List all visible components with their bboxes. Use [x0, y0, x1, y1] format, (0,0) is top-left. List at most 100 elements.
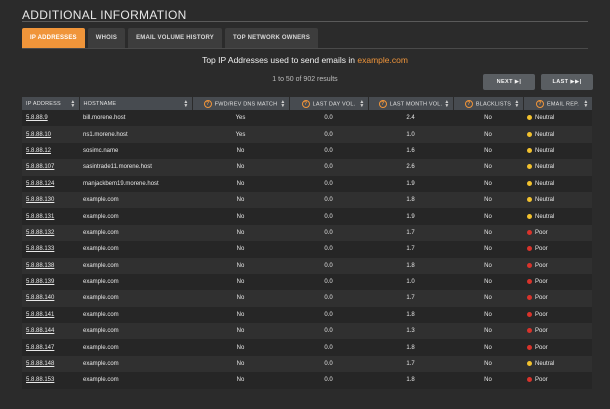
help-icon[interactable]: ?	[378, 99, 387, 108]
help-icon[interactable]: ?	[301, 99, 310, 108]
ip-address-link[interactable]: 5.8.88.12	[22, 142, 79, 160]
sort-icon[interactable]: ▲ ▼	[583, 100, 588, 109]
status-dot-icon	[527, 197, 532, 203]
column-header-ip[interactable]: IP ADDRESS ▲ ▼	[22, 97, 80, 110]
table-row[interactable]: 5.8.88.144 example.com No 0.0 1.3 No Poor	[22, 323, 592, 340]
last-day-vol-cell: 0.0	[289, 290, 368, 307]
status-dot-icon	[527, 311, 532, 317]
column-header-email-rep[interactable]: ? EMAIL REP. ▲ ▼	[523, 97, 593, 110]
ip-address-link[interactable]: 5.8.88.139	[22, 273, 79, 291]
email-rep-label: Neutral	[535, 164, 555, 171]
ip-address-link[interactable]: 5.8.88.124	[22, 175, 79, 192]
hostname-cell: manjackbem19.morene.host	[79, 175, 192, 192]
tab-top-network-owners[interactable]: TOP NETWORK OWNERS	[225, 28, 319, 48]
table-row[interactable]: 5.8.88.147 example.com No 0.0 1.8 No Poor	[22, 339, 592, 356]
blacklists-cell: No	[453, 175, 523, 192]
sort-icon[interactable]: ▲ ▼	[359, 100, 364, 109]
status-dot-icon	[527, 229, 532, 235]
dns-match-cell: No	[192, 142, 289, 160]
ip-address-link[interactable]: 5.8.88.144	[22, 323, 79, 340]
ip-address-link[interactable]: 5.8.88.153	[22, 372, 79, 389]
table-row[interactable]: 5.8.88.12 sosimc.name No 0.0 1.6 No Neutral	[22, 142, 592, 160]
blacklists-cell: No	[453, 372, 523, 389]
table-row[interactable]: 5.8.88.148 example.com No 0.0 1.7 No Neutral	[22, 355, 592, 373]
ip-address-link[interactable]: 5.8.88.132	[22, 224, 79, 242]
blacklists-cell: No	[453, 241, 523, 258]
help-icon[interactable]: ?	[536, 99, 545, 108]
table-row[interactable]: 5.8.88.124 manjackbem19.morene.host No 0.0 1…	[22, 175, 592, 192]
tab-ip-addresses[interactable]: IP ADDRESSES	[22, 28, 85, 48]
table-row[interactable]: 5.8.88.153 example.com No 0.0 1.8 No Poor	[22, 372, 592, 389]
ip-address-link[interactable]: 5.8.88.147	[22, 339, 79, 356]
blacklists-cell: No	[453, 257, 523, 274]
column-header-blacklists[interactable]: ? BLACKLISTS ▲ ▼	[453, 97, 524, 110]
column-label: EMAIL REP.	[547, 100, 579, 107]
table-row[interactable]: 5.8.88.131 example.com No 0.0 1.9 No Neutral	[22, 208, 592, 225]
ip-address-link[interactable]: 5.8.88.138	[22, 257, 79, 274]
help-icon[interactable]: ?	[203, 99, 212, 108]
blacklists-cell: No	[453, 339, 523, 356]
hostname-cell: ns1.morene.host	[79, 126, 192, 143]
sort-icon[interactable]: ▲ ▼	[280, 100, 285, 109]
table-row[interactable]: 5.8.88.133 example.com No 0.0 1.7 No Poor	[22, 241, 592, 258]
hostname-cell: example.com	[79, 208, 192, 225]
column-header-last-day-vol[interactable]: ? LAST DAY VOL. ▲ ▼	[289, 97, 369, 110]
last-month-vol-cell: 1.0	[368, 273, 453, 291]
email-rep-cell: Neutral	[523, 110, 592, 127]
table-row[interactable]: 5.8.88.141 example.com No 0.0 1.8 No Poor	[22, 306, 592, 324]
ip-address-link[interactable]: 5.8.88.148	[22, 355, 79, 373]
table-header-row: IP ADDRESS ▲ ▼ HOSTNAME ▲ ▼ ? FWD/REV DNS MAT…	[22, 97, 593, 110]
ip-address-link[interactable]: 5.8.88.107	[22, 159, 79, 176]
table-row[interactable]: 5.8.88.140 example.com No 0.0 1.7 No Poor	[22, 290, 592, 307]
tab-whois[interactable]: WHOIS	[87, 28, 126, 48]
dns-match-cell: No	[192, 372, 289, 389]
ip-address-table: IP ADDRESS ▲ ▼ HOSTNAME ▲ ▼ ? FWD/REV DNS MAT…	[22, 97, 593, 389]
column-header-last-month-vol[interactable]: ? LAST MONTH VOL. ▲ ▼	[368, 97, 454, 110]
ip-address-link[interactable]: 5.8.88.130	[22, 191, 79, 209]
dns-match-cell: No	[192, 175, 289, 192]
last-day-vol-cell: 0.0	[289, 110, 368, 127]
last-month-vol-cell: 1.7	[368, 241, 453, 258]
next-page-button[interactable]: NEXT ▶|	[483, 74, 535, 90]
status-dot-icon	[527, 246, 532, 252]
hostname-cell: bill.morene.host	[79, 110, 192, 127]
last-day-vol-cell: 0.0	[289, 273, 368, 291]
email-rep-label: Poor	[535, 295, 548, 302]
email-rep-label: Poor	[535, 311, 548, 318]
ip-address-link[interactable]: 5.8.88.131	[22, 208, 79, 225]
last-month-vol-cell: 1.7	[368, 224, 453, 242]
tab-email-volume-history[interactable]: EMAIL VOLUME HISTORY	[128, 28, 222, 48]
ip-address-link[interactable]: 5.8.88.133	[22, 241, 79, 258]
ip-address-link[interactable]: 5.8.88.10	[22, 126, 79, 143]
last-day-vol-cell: 0.0	[289, 339, 368, 356]
ip-address-link[interactable]: 5.8.88.141	[22, 306, 79, 324]
tab-divider	[22, 48, 588, 49]
hostname-cell: example.com	[79, 290, 192, 307]
table-row[interactable]: 5.8.88.107 sasintrade11.morene.host No 0.0 2…	[22, 159, 592, 176]
sort-icon[interactable]: ▲ ▼	[70, 100, 75, 109]
last-page-button[interactable]: LAST ▶▶|	[541, 74, 593, 90]
ip-address-link[interactable]: 5.8.88.9	[22, 110, 79, 127]
help-icon[interactable]: ?	[464, 99, 473, 108]
column-header-hostname[interactable]: HOSTNAME ▲ ▼	[79, 97, 193, 110]
hostname-cell: example.com	[79, 257, 192, 274]
hostname-cell: sosimc.name	[79, 142, 192, 160]
table-row[interactable]: 5.8.88.138 example.com No 0.0 1.8 No Poor	[22, 257, 592, 274]
dns-match-cell: No	[192, 191, 289, 209]
table-row[interactable]: 5.8.88.139 example.com No 0.0 1.0 No Poor	[22, 273, 592, 291]
sort-icon[interactable]: ▲ ▼	[183, 100, 188, 109]
status-dot-icon	[527, 131, 532, 137]
email-rep-label: Poor	[535, 229, 548, 236]
sort-icon[interactable]: ▲ ▼	[444, 100, 449, 109]
domain-link[interactable]: example.com	[357, 55, 408, 65]
last-day-vol-cell: 0.0	[289, 208, 368, 225]
table-row[interactable]: 5.8.88.130 example.com No 0.0 1.8 No Neutral	[22, 191, 592, 209]
ip-address-link[interactable]: 5.8.88.140	[22, 290, 79, 307]
table-row[interactable]: 5.8.88.132 example.com No 0.0 1.7 No Poor	[22, 224, 592, 242]
sort-icon[interactable]: ▲ ▼	[514, 100, 519, 109]
column-header-dns-match[interactable]: ? FWD/REV DNS MATCH ▲ ▼	[192, 97, 290, 110]
table-row[interactable]: 5.8.88.9 bill.morene.host Yes 0.0 2.4 No Neutr…	[22, 110, 592, 127]
dns-match-cell: No	[192, 208, 289, 225]
email-rep-cell: Poor	[523, 273, 592, 291]
table-row[interactable]: 5.8.88.10 ns1.morene.host Yes 0.0 1.0 No Neutr…	[22, 126, 592, 143]
